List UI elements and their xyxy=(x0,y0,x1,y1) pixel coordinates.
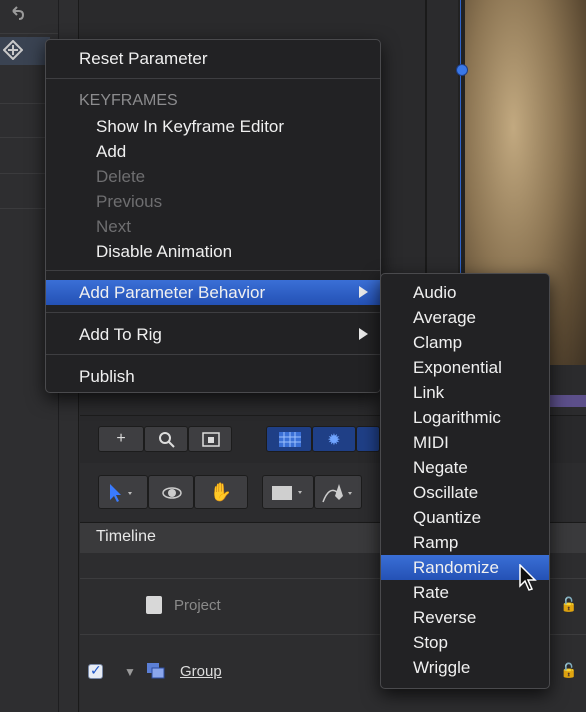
menu-item-label: Disable Animation xyxy=(96,242,233,261)
submenu-item-exponential[interactable]: Exponential xyxy=(381,355,549,380)
submenu-item-label: Average xyxy=(413,308,477,327)
checkmark-icon: ✓ xyxy=(90,662,102,678)
mouse-cursor-icon xyxy=(519,564,537,591)
menu-item-add-to-rig[interactable]: Add To Rig xyxy=(46,322,380,347)
submenu-item-label: Reverse xyxy=(413,608,477,627)
submenu-arrow-icon xyxy=(359,328,368,340)
keyframe-diamond-icon xyxy=(3,40,23,60)
submenu-item-label: Clamp xyxy=(413,333,463,352)
submenu-item-label: Negate xyxy=(413,458,468,477)
hand-icon: ✋ xyxy=(209,482,233,502)
submenu-item-label: MIDI xyxy=(413,433,449,452)
menu-item-delete: Delete xyxy=(46,164,380,189)
checker-toggle[interactable] xyxy=(266,426,312,452)
menu-item-label: Show In Keyframe Editor xyxy=(96,117,285,136)
shape-tool[interactable] xyxy=(262,475,314,509)
timing-bar xyxy=(548,395,586,407)
submenu-item-logarithmic[interactable]: Logarithmic xyxy=(381,405,549,430)
submenu-item-quantize[interactable]: Quantize xyxy=(381,505,549,530)
submenu-item-stop[interactable]: Stop xyxy=(381,630,549,655)
menu-item-add[interactable]: Add xyxy=(46,139,380,164)
submenu-item-negate[interactable]: Negate xyxy=(381,455,549,480)
group-layer-label[interactable]: Group xyxy=(180,663,222,680)
behavior-submenu: Audio Average Clamp Exponential Link Log… xyxy=(380,273,550,689)
gear-icon: ✹ xyxy=(327,432,341,449)
submenu-item-label: Randomize xyxy=(413,558,499,577)
reset-arrow-icon[interactable] xyxy=(8,4,26,22)
context-menu: Reset Parameter KEYFRAMES Show In Keyfra… xyxy=(45,39,381,393)
menu-item-add-parameter-behavior[interactable]: Add Parameter Behavior xyxy=(46,280,380,305)
menu-separator xyxy=(46,78,380,79)
menu-item-label: Reset Parameter xyxy=(79,49,208,68)
filmstrip-toggle[interactable] xyxy=(356,426,380,452)
add-button[interactable]: + xyxy=(98,426,144,452)
submenu-item-wriggle[interactable]: Wriggle xyxy=(381,655,549,680)
submenu-item-clamp[interactable]: Clamp xyxy=(381,330,549,355)
menu-item-label: Previous xyxy=(96,192,163,211)
submenu-item-audio[interactable]: Audio xyxy=(381,280,549,305)
submenu-item-label: Rate xyxy=(413,583,449,602)
menu-item-label: Delete xyxy=(96,167,146,186)
disclosure-triangle-icon[interactable]: ▼ xyxy=(124,665,136,679)
menu-item-label: Publish xyxy=(79,367,135,386)
pen-icon xyxy=(322,484,352,503)
project-icon xyxy=(146,596,162,614)
menu-item-label: Add Parameter Behavior xyxy=(79,283,266,302)
timeline-title: Timeline xyxy=(96,528,156,545)
menu-item-next: Next xyxy=(46,214,380,239)
guide-handle[interactable] xyxy=(456,64,468,76)
group-visibility-checkbox[interactable]: ✓ xyxy=(88,662,103,679)
menu-item-disable-animation[interactable]: Disable Animation xyxy=(46,239,380,264)
submenu-item-label: Quantize xyxy=(413,508,482,527)
menu-separator xyxy=(46,312,380,313)
group-icon xyxy=(147,663,165,679)
submenu-item-link[interactable]: Link xyxy=(381,380,549,405)
submenu-item-average[interactable]: Average xyxy=(381,305,549,330)
lock-icon[interactable]: 🔓 xyxy=(560,662,577,679)
menu-separator xyxy=(46,270,380,271)
menu-item-label: Next xyxy=(96,217,131,236)
picture-icon xyxy=(202,432,220,447)
submenu-item-label: Link xyxy=(413,383,445,402)
submenu-item-label: Oscillate xyxy=(413,483,479,502)
submenu-item-label: Logarithmic xyxy=(413,408,501,427)
behaviors-toggle[interactable]: ✹ xyxy=(312,426,356,452)
submenu-item-midi[interactable]: MIDI xyxy=(381,430,549,455)
submenu-item-label: Wriggle xyxy=(413,658,471,677)
plus-icon: + xyxy=(116,430,126,447)
pen-tool[interactable] xyxy=(314,475,362,509)
menu-item-reset-parameter[interactable]: Reset Parameter xyxy=(46,46,380,71)
menu-separator xyxy=(46,354,380,355)
submenu-item-label: Ramp xyxy=(413,533,459,552)
menu-item-previous: Previous xyxy=(46,189,380,214)
select-tool[interactable] xyxy=(98,475,148,509)
submenu-item-label: Audio xyxy=(413,283,457,302)
project-layer-label[interactable]: Project xyxy=(174,597,221,614)
submenu-item-oscillate[interactable]: Oscillate xyxy=(381,480,549,505)
pan-tool[interactable]: ✋ xyxy=(194,475,248,509)
orbit-icon xyxy=(162,487,182,499)
menu-item-show-in-keyframe-editor[interactable]: Show In Keyframe Editor xyxy=(46,114,380,139)
submenu-item-label: Stop xyxy=(413,633,448,652)
menu-section-keyframes: KEYFRAMES xyxy=(46,89,380,114)
menu-item-label: Add xyxy=(96,142,127,161)
menu-section-label: KEYFRAMES xyxy=(79,92,178,109)
lock-icon[interactable]: 🔓 xyxy=(560,596,577,613)
submenu-item-ramp[interactable]: Ramp xyxy=(381,530,549,555)
submenu-item-label: Exponential xyxy=(413,358,502,377)
orbit-tool[interactable] xyxy=(148,475,194,509)
submenu-item-reverse[interactable]: Reverse xyxy=(381,605,549,630)
menu-item-publish[interactable]: Publish xyxy=(46,364,380,389)
arrow-pointer-icon xyxy=(110,484,132,502)
submenu-arrow-icon xyxy=(359,286,368,298)
menu-item-label: Add To Rig xyxy=(79,325,162,344)
search-button[interactable] xyxy=(144,426,188,452)
library-button[interactable] xyxy=(188,426,232,452)
checkerboard-icon xyxy=(279,432,301,447)
rectangle-icon xyxy=(272,486,302,500)
search-icon xyxy=(159,432,175,448)
